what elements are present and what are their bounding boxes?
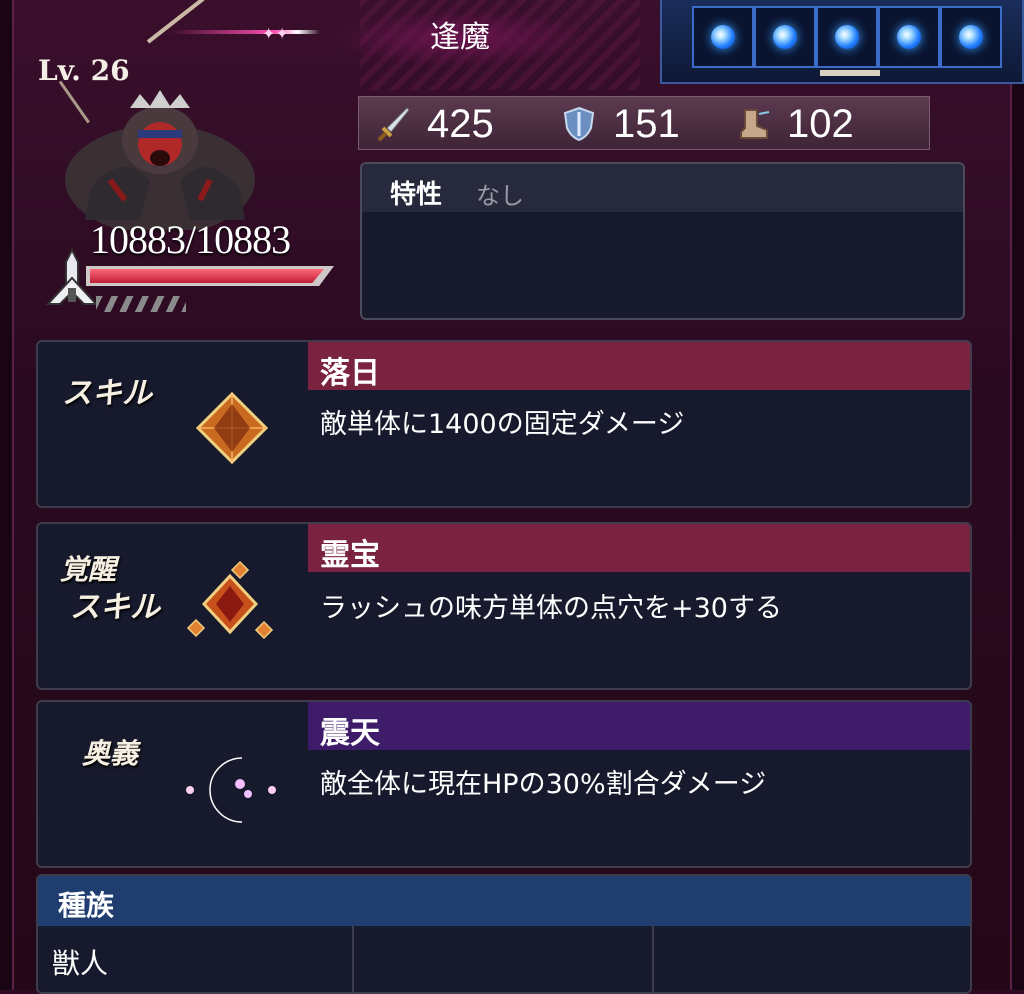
defense-stat: 151	[561, 101, 680, 147]
skill-name-band	[308, 342, 970, 390]
attack-value: 425	[427, 101, 494, 146]
race-title: 種族	[58, 889, 115, 922]
awakening-skill-card[interactable]: 覚醒 スキル 霊宝 ラッシュの味方単体の点穴を+30する	[36, 522, 972, 690]
trait-label: 特性	[390, 180, 443, 210]
sword-icon	[377, 107, 410, 142]
orb-slot[interactable]	[692, 6, 754, 68]
attack-type-sword-icon	[45, 248, 99, 305]
orange-crystal-icon	[195, 391, 269, 465]
orb-selection-indicator	[820, 70, 880, 76]
title-glow-line	[170, 30, 320, 34]
skill-name: 震天	[320, 716, 380, 751]
shield-icon	[563, 106, 595, 142]
level-label: Lv. 26	[38, 54, 130, 87]
orb-slot[interactable]	[878, 6, 940, 68]
skill-name: 霊宝	[320, 538, 380, 573]
blue-orb-icon	[835, 25, 859, 49]
orb-slot[interactable]	[816, 6, 878, 68]
right-frame	[1010, 0, 1024, 990]
skill-name-band	[308, 524, 970, 572]
hp-text: 10883/10883	[90, 217, 291, 262]
skill-name-band	[308, 702, 970, 750]
race-value: 獣人	[52, 947, 109, 980]
boot-icon	[740, 109, 770, 139]
defense-value: 151	[613, 101, 680, 146]
left-frame	[0, 0, 14, 990]
unit-name: 逢魔	[330, 10, 590, 66]
blue-orb-icon	[897, 25, 921, 49]
speed-stat: 102	[735, 101, 854, 147]
race-header	[38, 876, 970, 926]
skill-description: ラッシュの味方単体の点穴を+30する	[320, 593, 782, 624]
attack-stat: 425	[375, 101, 494, 147]
skill-type-label-line2: スキル	[70, 590, 160, 625]
race-cell	[354, 926, 654, 992]
skill-type-label: スキル	[62, 376, 152, 411]
skill-name: 落日	[320, 356, 380, 391]
orb-slot[interactable]	[754, 6, 816, 68]
skill-type-label: 奥義	[82, 737, 139, 770]
orb-slot[interactable]	[940, 6, 1002, 68]
skill-card[interactable]: スキル 落日 敵単体に1400の固定ダメージ	[36, 340, 972, 508]
blue-orb-icon	[711, 25, 735, 49]
rainbow-moon-icon	[186, 757, 276, 823]
race-panel: 種族 獣人	[36, 874, 972, 994]
trait-panel: 特性 なし	[360, 162, 965, 320]
skill-description: 敵単体に1400の固定ダメージ	[320, 409, 685, 440]
trait-header	[362, 164, 963, 212]
trait-value: なし	[476, 182, 524, 210]
ultimate-skill-card[interactable]: 奥義 震天 敵全体に現在HPの30%割合ダメージ	[36, 700, 972, 868]
crystal-cluster-icon	[186, 560, 274, 640]
rank-stripes	[96, 296, 186, 312]
hp-bar-fill	[90, 269, 324, 283]
speed-value: 102	[787, 101, 854, 146]
blue-orb-icon	[773, 25, 797, 49]
sparkle-icon: ✦✦	[262, 24, 289, 43]
character-portrait[interactable]	[60, 80, 270, 230]
skill-description: 敵全体に現在HPの30%割合ダメージ	[320, 769, 767, 800]
blue-orb-icon	[959, 25, 983, 49]
stats-bar: 425 151 102	[358, 96, 930, 150]
